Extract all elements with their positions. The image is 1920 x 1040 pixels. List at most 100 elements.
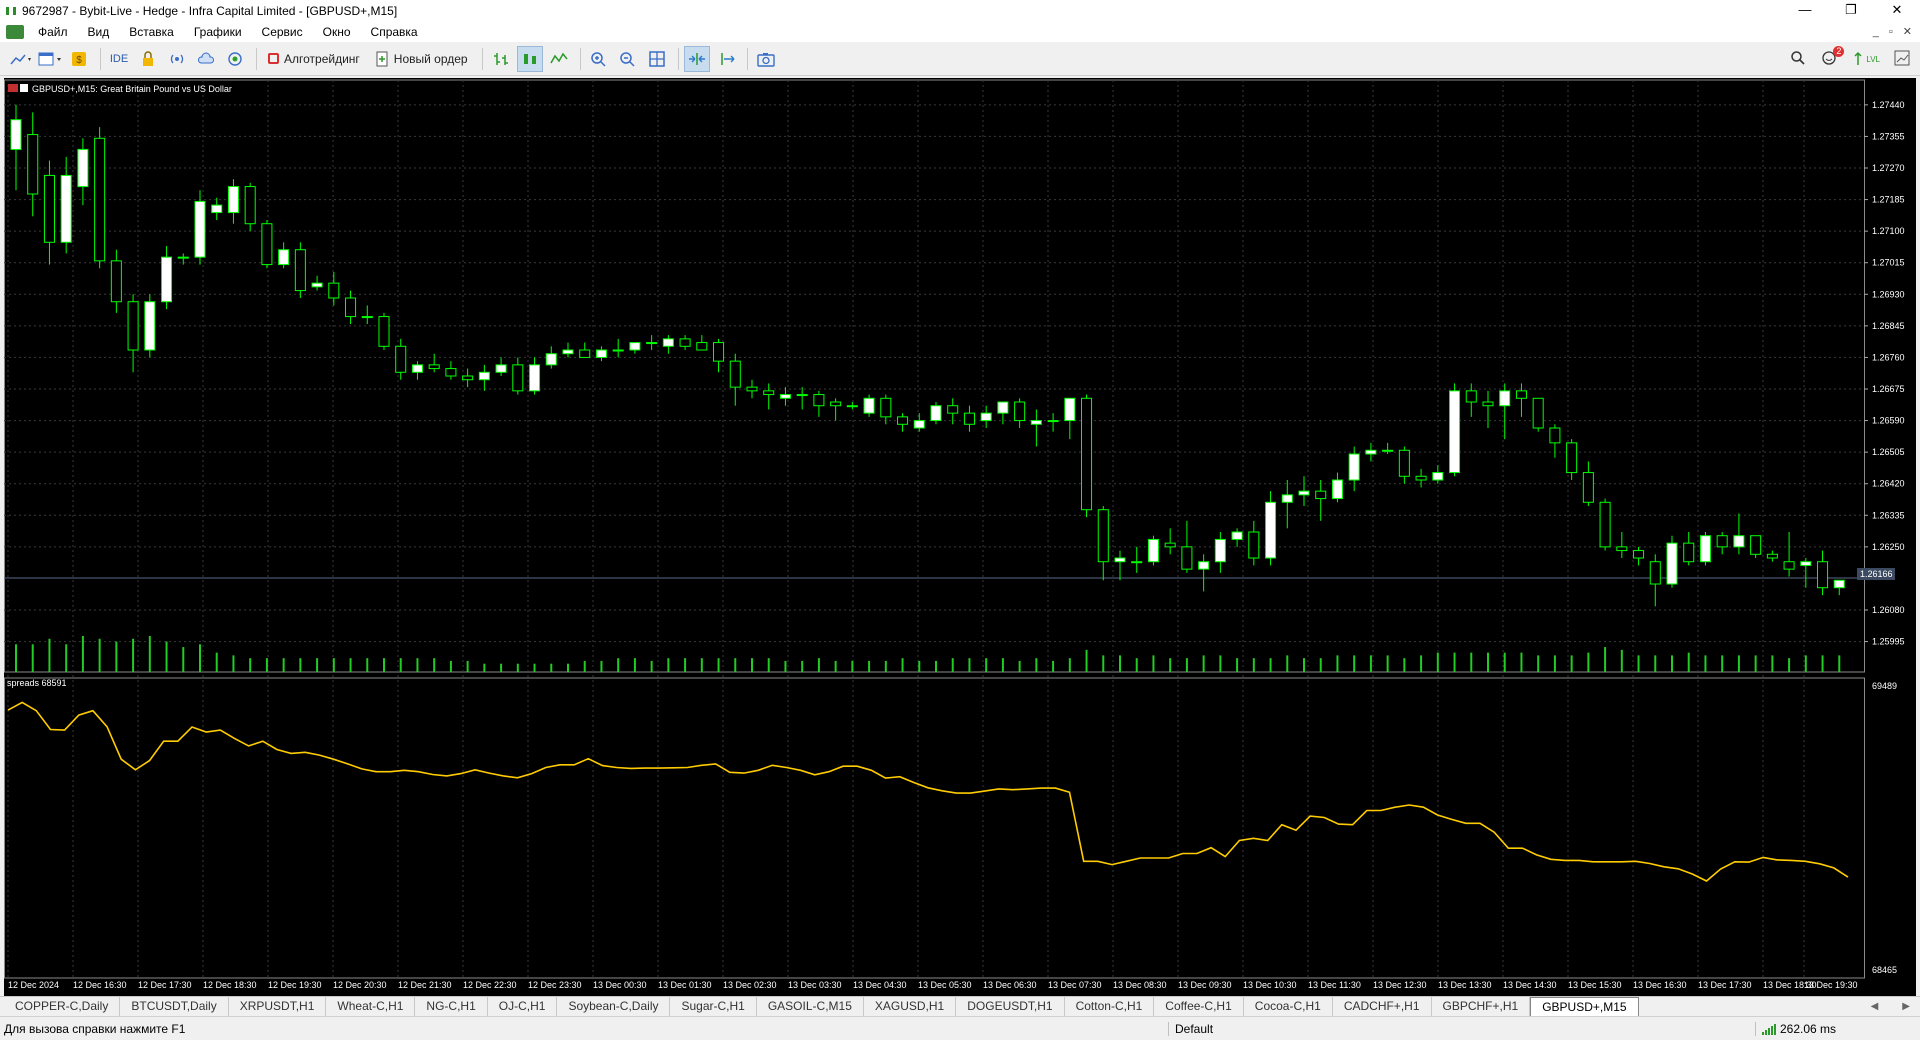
account-icon[interactable] bbox=[1894, 50, 1910, 69]
main-panel-border bbox=[4, 79, 1865, 673]
price-label: 1.26080 bbox=[1872, 605, 1905, 615]
tab-gbpchf-h1[interactable]: GBPCHF+,H1 bbox=[1432, 997, 1531, 1016]
minimize-button[interactable]: — bbox=[1782, 0, 1828, 22]
menu-window[interactable]: Окно bbox=[313, 25, 361, 39]
menu-tools[interactable]: Сервис bbox=[252, 25, 313, 39]
tab-sugar-c-h1[interactable]: Sugar-C,H1 bbox=[670, 997, 757, 1016]
chart-type-line-icon[interactable] bbox=[8, 46, 34, 72]
candle-body bbox=[562, 349, 574, 355]
candle-body bbox=[1649, 561, 1661, 585]
tab-scroll-left-button[interactable]: ◀ bbox=[1871, 997, 1879, 1016]
profile-name: Default bbox=[1168, 1022, 1478, 1036]
cloud-icon[interactable] bbox=[193, 46, 219, 72]
candle-body bbox=[997, 401, 1009, 414]
menu-view[interactable]: Вид bbox=[78, 25, 120, 39]
tab-gasoil-c-m15[interactable]: GASOIL-C,M15 bbox=[757, 997, 864, 1016]
maximize-button[interactable]: ❐ bbox=[1828, 0, 1874, 22]
menu-insert[interactable]: Вставка bbox=[119, 25, 184, 39]
candle-body bbox=[1482, 401, 1494, 407]
market-icon[interactable]: $ bbox=[66, 46, 92, 72]
time-label: 12 Dec 23:30 bbox=[528, 980, 582, 990]
candle-body bbox=[1114, 557, 1126, 563]
tile-windows-icon[interactable] bbox=[644, 46, 670, 72]
new-order-label: Новый ордер bbox=[393, 51, 468, 66]
tab-wheat-c-h1[interactable]: Wheat-C,H1 bbox=[326, 997, 416, 1016]
spreads-indicator bbox=[7, 701, 1849, 882]
candle-body bbox=[763, 390, 775, 396]
candlestick-icon[interactable] bbox=[516, 45, 543, 72]
zoom-in-icon[interactable] bbox=[586, 46, 612, 72]
candle-body bbox=[779, 394, 791, 399]
signal-level-icon[interactable]: LVL bbox=[1852, 51, 1880, 67]
menu-file[interactable]: Файл bbox=[28, 25, 78, 39]
tab-dogeusdt-h1[interactable]: DOGEUSDT,H1 bbox=[956, 997, 1065, 1016]
tab-xrpusdt-h1[interactable]: XRPUSDT,H1 bbox=[229, 997, 327, 1016]
line-chart-icon[interactable] bbox=[546, 46, 572, 72]
candle-body bbox=[361, 316, 373, 319]
notifications-icon[interactable]: 2 bbox=[1820, 45, 1845, 69]
app-icon bbox=[6, 7, 16, 15]
vps-icon[interactable] bbox=[222, 46, 248, 72]
candle-body bbox=[244, 186, 256, 225]
candle-body bbox=[612, 349, 624, 352]
lock-icon[interactable] bbox=[135, 46, 161, 72]
tab-scroll-right-button[interactable]: ▶ bbox=[1902, 997, 1910, 1016]
candle-body bbox=[261, 223, 273, 266]
candlesticks bbox=[10, 104, 1845, 607]
tab-ng-c-h1[interactable]: NG-C,H1 bbox=[415, 997, 488, 1016]
chart-window-icon[interactable] bbox=[6, 25, 24, 39]
tab-oj-c-h1[interactable]: OJ-C,H1 bbox=[488, 997, 558, 1016]
zoom-out-icon[interactable] bbox=[615, 46, 641, 72]
search-icon[interactable] bbox=[1790, 50, 1806, 69]
tab-xagusd-h1[interactable]: XAGUSD,H1 bbox=[864, 997, 957, 1016]
menu-charts[interactable]: Графики bbox=[184, 25, 252, 39]
algo-trading-button[interactable]: Алготрейдинг bbox=[262, 46, 366, 72]
candle-body bbox=[746, 386, 758, 392]
price-label: 1.27355 bbox=[1872, 131, 1905, 141]
templates-icon[interactable] bbox=[37, 46, 63, 72]
menu-bar: Файл Вид Вставка Графики Сервис Окно Спр… bbox=[0, 22, 1920, 42]
candle-body bbox=[227, 186, 239, 214]
new-order-button[interactable]: Новый ордер bbox=[369, 46, 474, 72]
tab-cocoa-c-h1[interactable]: Cocoa-C,H1 bbox=[1244, 997, 1333, 1016]
autoscroll-icon[interactable] bbox=[683, 45, 710, 72]
candle-body bbox=[1582, 472, 1594, 503]
menu-help[interactable]: Справка bbox=[361, 25, 428, 39]
candle-body bbox=[411, 364, 423, 373]
time-label: 13 Dec 11:30 bbox=[1308, 980, 1361, 990]
candle-body bbox=[1566, 442, 1578, 474]
tab-cotton-c-h1[interactable]: Cotton-C,H1 bbox=[1065, 997, 1155, 1016]
candle-body bbox=[846, 405, 858, 408]
tab-copper-c-daily[interactable]: COPPER-C,Daily bbox=[4, 997, 121, 1016]
chart-shift-icon[interactable] bbox=[713, 46, 739, 72]
candle-body bbox=[1248, 531, 1260, 559]
candle-body bbox=[1281, 494, 1293, 503]
price-chart[interactable]: 1.27440 1.27355 1.27270 1.27185 1.27100 1.270… bbox=[4, 78, 1916, 996]
time-label: 13 Dec 08:30 bbox=[1113, 980, 1167, 990]
ide-button[interactable]: IDE bbox=[106, 46, 132, 72]
close-button[interactable]: ✕ bbox=[1874, 0, 1920, 22]
mdi-restore-button[interactable]: ▫ bbox=[1889, 22, 1893, 42]
tab-coffee-c-h1[interactable]: Coffee-C,H1 bbox=[1154, 997, 1244, 1016]
mdi-close-button[interactable]: ✕ bbox=[1903, 22, 1912, 42]
candle-body bbox=[1683, 542, 1695, 563]
tab-gbpusd-m15[interactable]: GBPUSD+,M15 bbox=[1530, 997, 1639, 1016]
candle-body bbox=[1766, 553, 1778, 559]
time-label: 12 Dec 22:30 bbox=[463, 980, 517, 990]
connection-status[interactable]: 262.06 ms bbox=[1755, 1022, 1836, 1036]
candle-body bbox=[1081, 397, 1093, 511]
screenshot-icon[interactable] bbox=[753, 46, 779, 72]
spreads-line bbox=[7, 701, 1849, 882]
help-hint: Для вызова справки нажмите F1 bbox=[4, 1022, 186, 1036]
candle-body bbox=[110, 260, 122, 303]
toolbar-separator bbox=[677, 47, 679, 70]
chart-window[interactable]: 1.27440 1.27355 1.27270 1.27185 1.27100 1.270… bbox=[4, 78, 1916, 996]
tab-btcusdt-daily[interactable]: BTCUSDT,Daily bbox=[120, 997, 229, 1016]
bar-chart-icon[interactable] bbox=[488, 46, 514, 72]
tab-cadchf-h1[interactable]: CADCHF+,H1 bbox=[1333, 997, 1432, 1016]
toolbar-right: 2 LVL bbox=[1790, 45, 1910, 72]
signal-icon[interactable] bbox=[164, 46, 190, 72]
mdi-minimize-button[interactable]: _ bbox=[1873, 22, 1879, 42]
indicator-label: spreads 68591 bbox=[7, 678, 67, 688]
tab-soybean-c-daily[interactable]: Soybean-C,Daily bbox=[557, 997, 671, 1016]
